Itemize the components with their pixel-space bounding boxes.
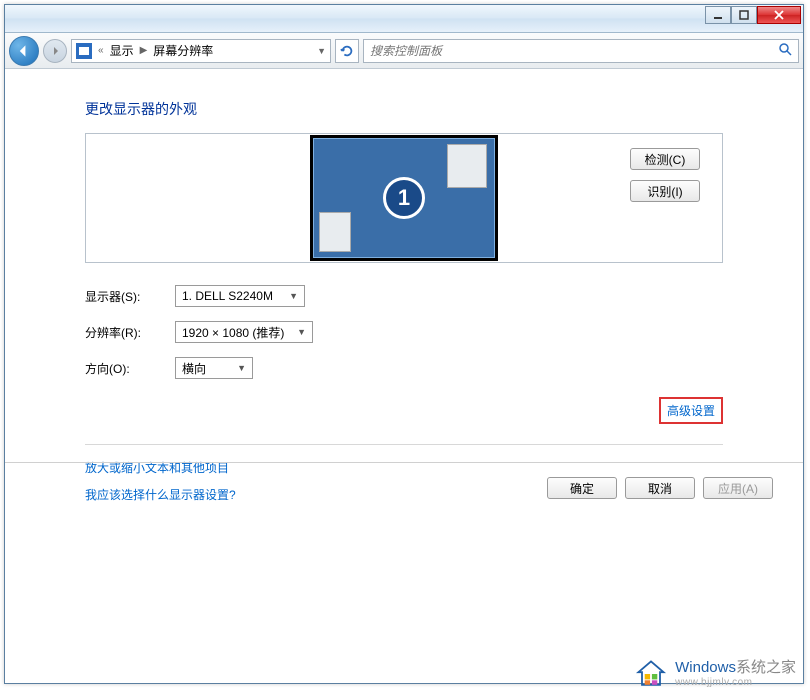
back-button[interactable] [9,36,39,66]
orientation-row: 方向(O): 横向 ▼ [85,357,723,379]
breadcrumb-arrow-icon: ▶ [140,45,148,56]
mini-window-icon [319,212,351,252]
search-icon[interactable] [778,42,792,59]
detect-button[interactable]: 检测(C) [630,148,700,170]
watermark-text: Windows系统之家 www.bjjmlv.com [675,660,796,688]
close-icon [774,10,784,20]
settings-form: 显示器(S): 1. DELL S2240M ▼ 分辨率(R): 1920 × … [85,285,723,379]
orientation-dropdown[interactable]: 横向 ▼ [175,357,253,379]
address-dropdown-icon[interactable]: ▼ [317,46,326,56]
refresh-icon [340,44,354,58]
titlebar [5,5,803,33]
chevron-down-icon: ▼ [289,291,298,301]
breadcrumb-left: « [98,45,104,56]
action-bar: 确定 取消 应用(A) [5,462,803,513]
breadcrumb-item-resolution[interactable]: 屏幕分辨率 [153,42,213,59]
identify-button[interactable]: 识别(I) [630,180,700,202]
monitor-1[interactable]: 1 [310,135,498,261]
ok-button[interactable]: 确定 [547,477,617,499]
watermark: Windows系统之家 www.bjjmlv.com [633,656,796,692]
navbar: « 显示 ▶ 屏幕分辨率 ▼ [5,33,803,69]
search-box[interactable] [363,39,799,63]
address-bar[interactable]: « 显示 ▶ 屏幕分辨率 ▼ [71,39,331,63]
refresh-button[interactable] [335,39,359,63]
control-panel-window: « 显示 ▶ 屏幕分辨率 ▼ 更改显示器的外观 1 检测(C) 识别 [4,4,804,684]
monitor-preview-box: 1 检测(C) 识别(I) [85,133,723,263]
chevron-down-icon: ▼ [297,327,306,337]
chevron-down-icon: ▼ [237,363,246,373]
orientation-label: 方向(O): [85,360,175,377]
apply-button[interactable]: 应用(A) [703,477,773,499]
page-title: 更改显示器的外观 [85,99,723,119]
monitor-number-badge: 1 [383,177,425,219]
search-input[interactable] [370,44,778,58]
watermark-brand-colored: Windows [675,659,736,676]
resolution-row: 分辨率(R): 1920 × 1080 (推荐) ▼ [85,321,723,343]
breadcrumb-item-display[interactable]: 显示 [110,42,134,59]
window-controls [705,6,801,24]
advanced-row: 高级设置 [85,397,723,445]
resolution-value: 1920 × 1080 (推荐) [182,324,284,341]
forward-button[interactable] [43,39,67,63]
forward-arrow-icon [50,46,60,56]
monitor-action-buttons: 检测(C) 识别(I) [630,148,700,202]
watermark-url: www.bjjmlv.com [675,677,796,688]
display-dropdown[interactable]: 1. DELL S2240M ▼ [175,285,305,307]
close-button[interactable] [757,6,801,24]
display-row: 显示器(S): 1. DELL S2240M ▼ [85,285,723,307]
house-icon [633,656,669,692]
display-value: 1. DELL S2240M [182,289,273,303]
cancel-button[interactable]: 取消 [625,477,695,499]
resolution-dropdown[interactable]: 1920 × 1080 (推荐) ▼ [175,321,313,343]
minimize-icon [713,10,723,20]
maximize-icon [739,10,749,20]
maximize-button[interactable] [731,6,757,24]
display-icon [76,43,92,59]
display-label: 显示器(S): [85,288,175,305]
mini-window-icon [447,144,487,188]
back-arrow-icon [17,44,31,58]
watermark-brand-rest: 系统之家 [736,659,796,676]
minimize-button[interactable] [705,6,731,24]
resolution-label: 分辨率(R): [85,324,175,341]
orientation-value: 横向 [182,360,206,377]
advanced-settings-link[interactable]: 高级设置 [659,397,723,424]
